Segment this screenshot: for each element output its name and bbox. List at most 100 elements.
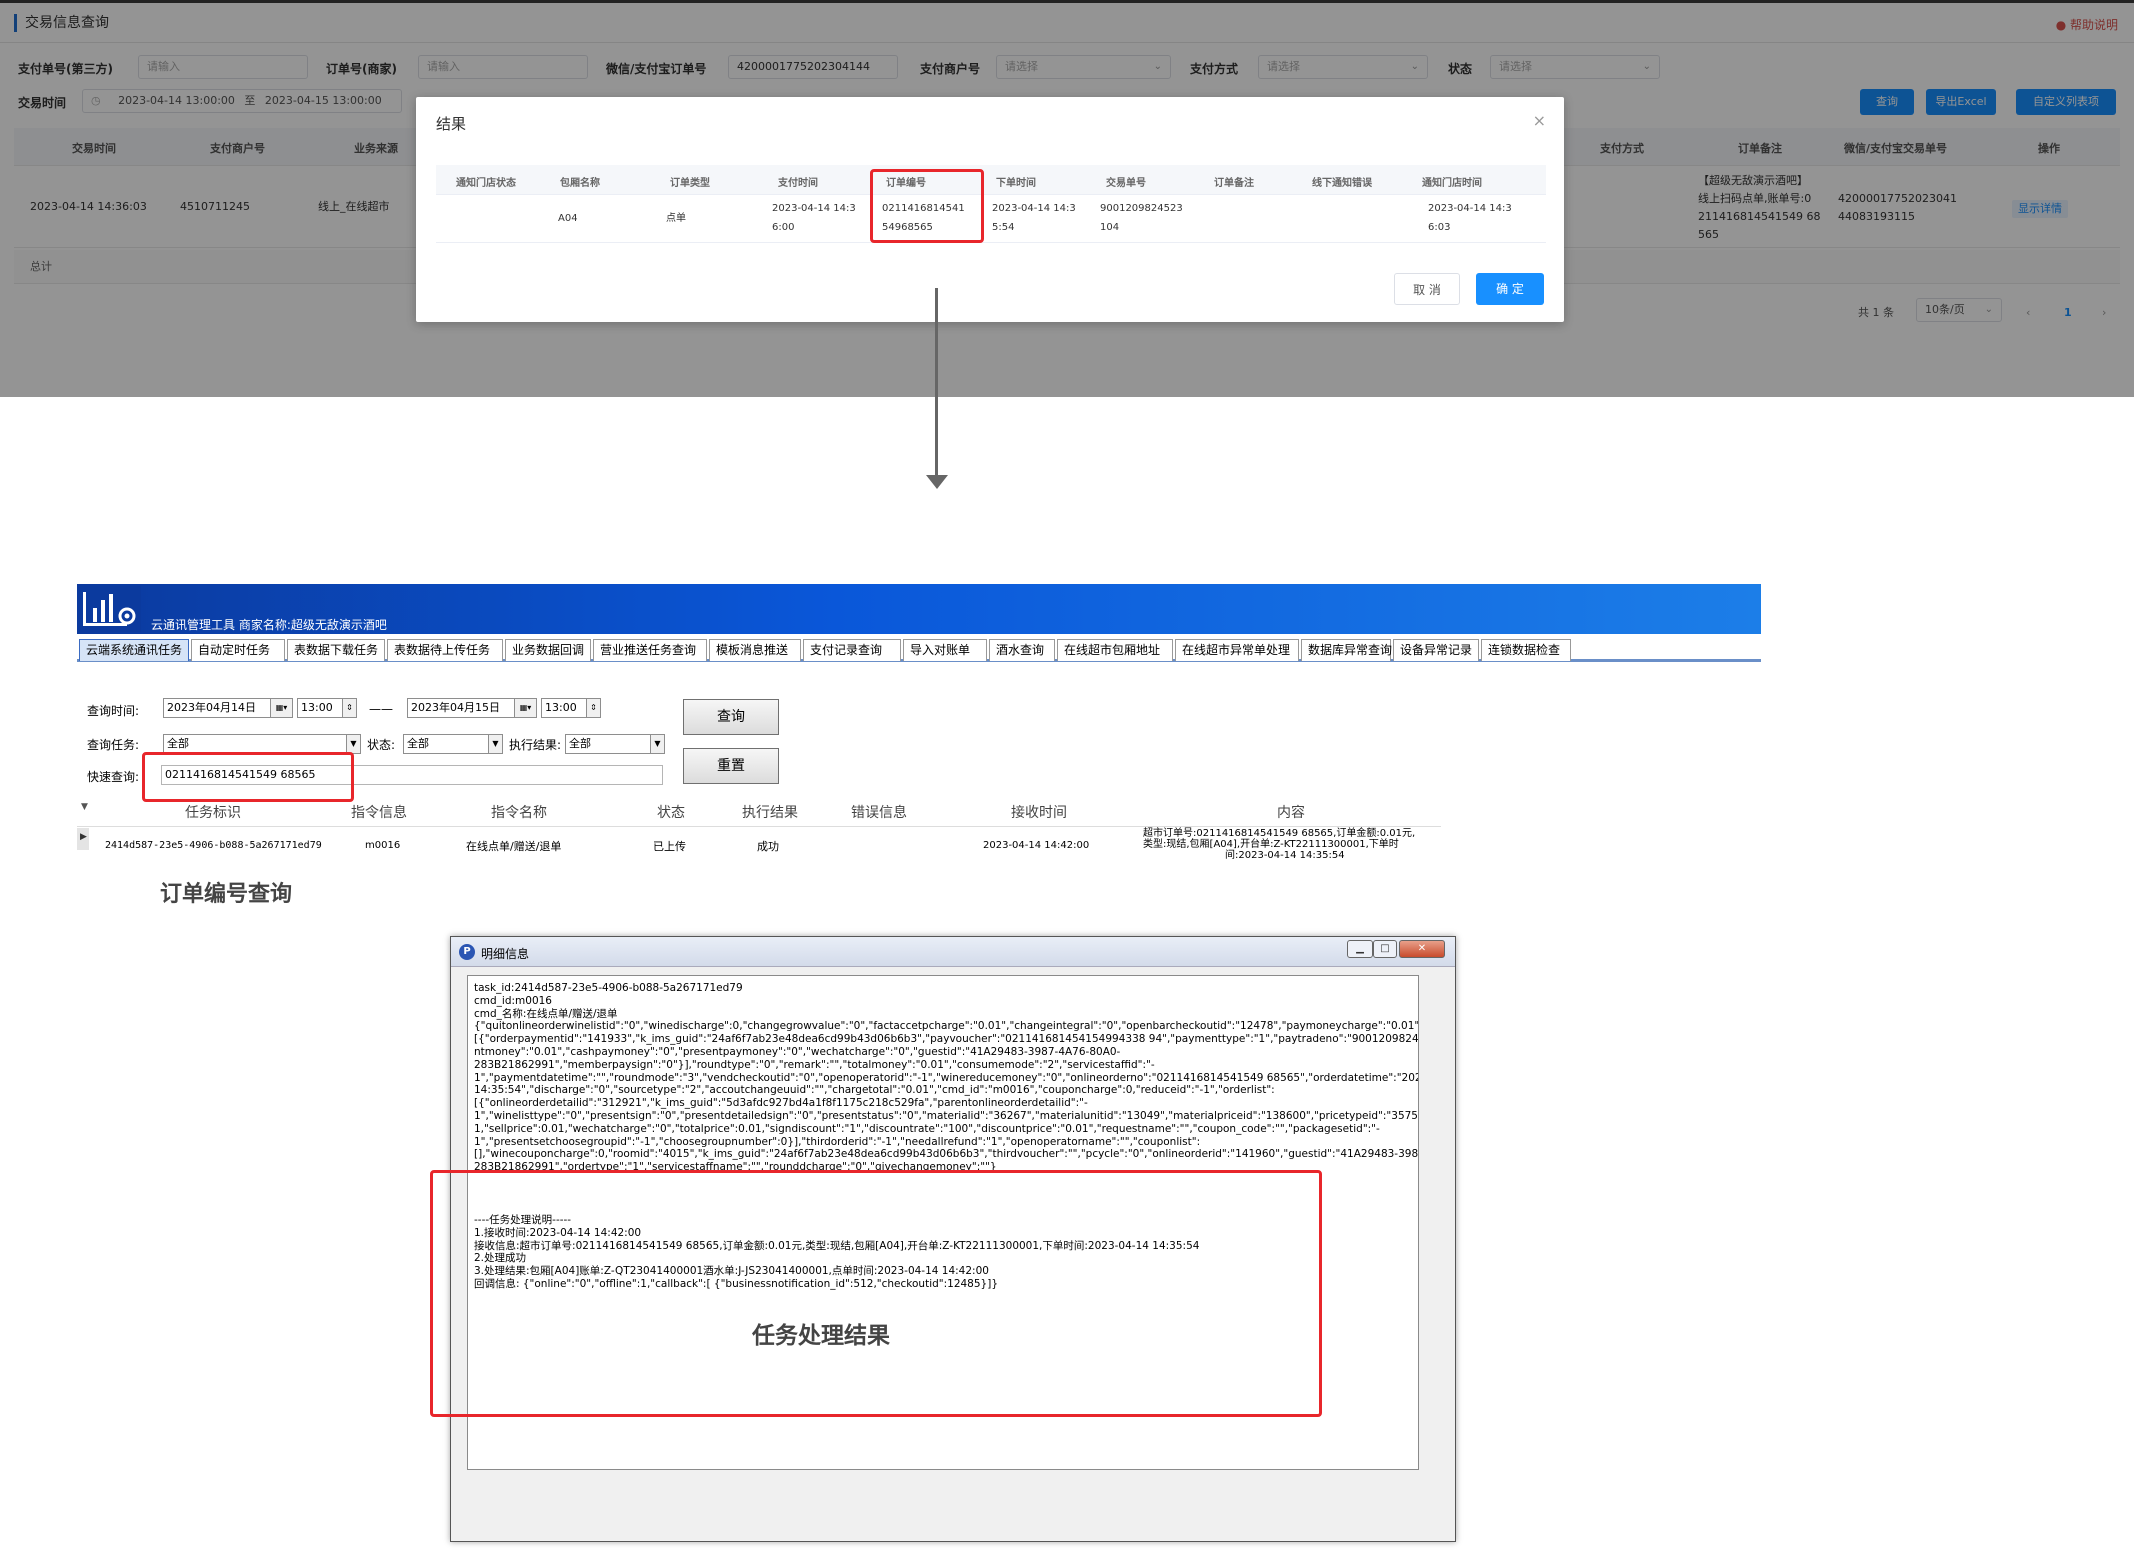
time-start-value: 13:00 [301,701,333,714]
web-trade-query-page: 交易信息查询 ● 帮助说明 支付单号(第三方) 请输入 订单号(商家) 请输入 … [0,0,2134,397]
mcol-pay-time: 支付时间 [778,178,818,189]
detail-line: [],"winecouponcharge":0,"roomid":"4015",… [474,1148,1419,1161]
mcol-remark: 订单备注 [1214,178,1254,189]
task-select[interactable]: 全部 ▼ [163,734,361,754]
collapse-arrow-icon[interactable]: ▼ [81,802,88,812]
col-cmd-name: 指令名称 [491,805,547,821]
cell-recv-time: 2023-04-14 14:42:00 [983,840,1090,851]
tab-item[interactable]: 导入对账单 [903,639,987,661]
cell-content-1: 超市订单号:0211416814541549 68565,订单金额:0.01元, [1143,828,1416,839]
exec-select[interactable]: 全部 ▼ [565,734,665,754]
task-label: 查询任务: [87,738,140,752]
tab-item[interactable]: 模板消息推送 [709,639,801,661]
time-end-value: 13:00 [545,701,577,714]
mcell-pay-time-2: 6:00 [772,222,795,233]
range-dash: —— [369,702,393,716]
tab-item[interactable]: 表数据下载任务 [287,639,385,661]
mcol-trade-no: 交易单号 [1106,178,1146,189]
query-button[interactable]: 查询 [683,699,779,735]
dropdown-arrow-icon: ▼ [650,735,664,753]
tab-item[interactable]: 在线超市包厢地址 [1057,639,1173,661]
col-status: 状态 [657,805,685,821]
tab-item[interactable]: 云端系统通讯任务 [79,639,189,661]
modal-table-header: 通知门店状态 包厢名称 订单类型 支付时间 订单编号 下单时间 交易单号 订单备… [436,165,1546,195]
tab-item[interactable]: 设备异常记录 [1393,639,1479,661]
result-modal: 结果 × 通知门店状态 包厢名称 订单类型 支付时间 订单编号 下单时间 交易单… [416,97,1564,322]
maximize-icon[interactable]: □ [1373,940,1397,958]
status-select[interactable]: 全部 ▼ [403,734,503,754]
chart-gear-logo-icon [79,586,141,632]
cloud-comm-tool-window: 云通讯管理工具 商家名称:超级无敌演示酒吧 云端系统通讯任务 自动定时任务 表数据下… [77,584,1761,874]
window-title: 明细信息 [481,947,530,961]
date-end-picker[interactable]: 2023年04月15日 ▦▾ [407,698,537,718]
detail-line: cmd_id:m0016 [474,994,552,1007]
tab-item[interactable]: 连锁数据检查 [1481,639,1571,661]
tab-item[interactable]: 表数据待上传任务 [387,639,503,661]
mcell-trade-no-1: 9001209824523 [1100,203,1183,214]
mcol-offline-error: 线下通知错误 [1312,178,1372,189]
tab-item[interactable]: 在线超市异常单处理 [1175,639,1299,661]
mcol-notify-time: 通知门店时间 [1422,178,1482,189]
mcell-place-time-2: 5:54 [992,222,1015,233]
detail-line: 1","paymentdatetime":"","roundmode":"3",… [474,1071,1419,1084]
minimize-icon[interactable]: ▁ [1347,940,1373,958]
cell-result: 成功 [757,840,779,853]
app-banner: 云通讯管理工具 商家名称:超级无敌演示酒吧 [77,584,1761,634]
banner-title: 云通讯管理工具 商家名称:超级无敌演示酒吧 [151,618,387,632]
caption-order-query: 订单编号查询 [160,882,293,907]
close-icon[interactable]: ✕ [1399,940,1445,958]
col-cmd: 指令信息 [351,805,407,821]
time-end-spinner[interactable]: 13:00 ⇕ [541,698,601,718]
quick-query-label: 快速查询: [87,770,140,784]
tab-item[interactable]: 营业推送任务查询 [593,639,707,661]
app-p-icon: P [459,944,475,960]
arrow-down-icon [926,475,948,489]
row-selector[interactable]: ▶ [77,828,89,850]
caption-task-result: 任务处理结果 [752,1323,890,1349]
detail-line: 1","presentsetchoosegroupid":"-1","choos… [474,1135,1201,1148]
exec-value: 全部 [569,737,591,750]
tab-item[interactable]: 数据库异常查询 [1301,639,1392,661]
calendar-icon: ▦▾ [270,699,292,717]
detail-line: 1,"sellprice":0.01,"wechatcharge":"0","t… [474,1122,1380,1135]
tab-item[interactable]: 酒水查询 [989,639,1055,661]
cell-content-3: 间:2023-04-14 14:35:54 [1225,850,1345,861]
detail-line: task_id:2414d587-23e5-4906-b088-5a267171… [474,982,743,994]
close-icon[interactable]: × [1533,111,1546,130]
mcol-room: 包厢名称 [560,178,600,189]
detail-line: cmd_名称:在线点单/赠送/退单 [474,1007,618,1020]
cell-content-2: 类型:现结,包厢[A04],开台单:Z-KT22111300001,下单时 [1143,839,1399,850]
tab-item[interactable]: 自动定时任务 [191,639,285,661]
tab-item[interactable]: 业务数据回调 [505,639,591,661]
reset-button[interactable]: 重置 [683,748,779,784]
detail-line: ntmoney":"0.01","cashpaymoney":"0","pres… [474,1046,1121,1058]
date-end-value: 2023年04月15日 [411,701,500,714]
mcol-order-type: 订单类型 [670,178,710,189]
col-result: 执行结果 [742,805,798,821]
mcell-place-time-1: 2023-04-14 14:3 [992,203,1076,214]
time-start-spinner[interactable]: 13:00 ⇕ [297,698,357,718]
spinner-icon: ⇕ [342,699,356,717]
date-start-value: 2023年04月14日 [167,701,256,714]
detail-line: {"quitonlineorderwinelistid":"0","winedi… [474,1020,1419,1033]
cancel-button[interactable]: 取 消 [1394,273,1460,305]
cell-cmd-name: 在线点单/赠送/退单 [466,840,562,853]
date-start-picker[interactable]: 2023年04月14日 ▦▾ [163,698,293,718]
detail-line: [{"onlineorderdetailid":"312921","k_ims_… [474,1097,1088,1110]
col-error: 错误信息 [851,805,907,821]
exec-label: 执行结果: [509,738,562,752]
tab-item[interactable]: 支付记录查询 [803,639,901,661]
col-task-id: 任务标识 [185,805,241,821]
highlight-quick-query [142,752,354,802]
detail-line: 14:35:54","discharge":"0","sourcetype":"… [474,1084,1275,1097]
col-content: 内容 [1277,805,1305,821]
mcol-notify-status: 通知门店状态 [456,178,516,189]
ok-button[interactable]: 确 定 [1476,273,1544,305]
row-pointer-icon: ▶ [80,832,87,842]
dropdown-arrow-icon: ▼ [488,735,502,753]
cell-status: 已上传 [653,840,686,853]
mcell-order-type: 点单 [666,213,686,224]
mcell-trade-no-2: 104 [1100,222,1120,233]
mcell-room: A04 [558,213,578,224]
tab-bar: 云端系统通讯任务 自动定时任务 表数据下载任务 表数据待上传任务 业务数据回调 营业推送任… [77,636,1761,662]
